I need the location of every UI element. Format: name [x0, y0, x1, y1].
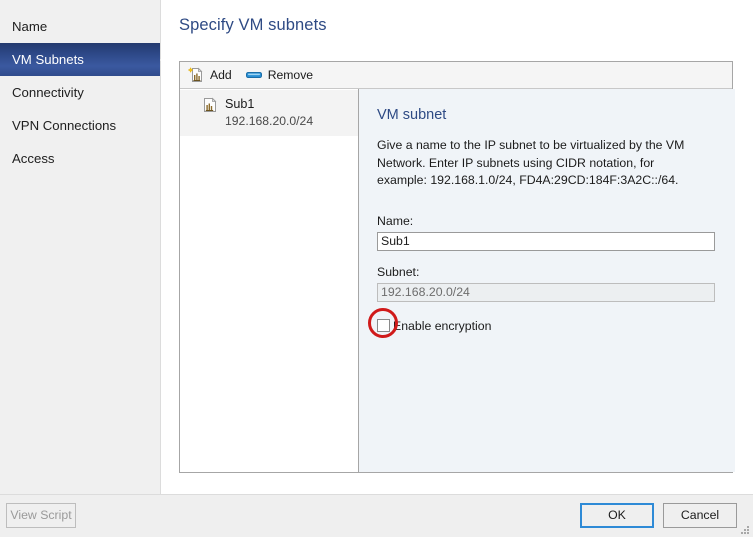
sidebar-item-label: Access [12, 151, 55, 166]
subnet-list[interactable]: Sub1 192.168.20.0/24 [180, 89, 359, 472]
selected-arrow-icon [149, 43, 161, 76]
list-item-text: Sub1 192.168.20.0/24 [225, 96, 313, 129]
list-item-subtitle: 192.168.20.0/24 [225, 114, 314, 128]
ok-button[interactable]: OK [580, 503, 654, 528]
subnet-document-icon [202, 97, 218, 113]
subnets-split: Sub1 192.168.20.0/24 VM subnet Give a na… [180, 89, 735, 472]
subnet-input [377, 282, 715, 302]
sidebar-item-label: Connectivity [12, 85, 84, 100]
sidebar-item-label: Name [12, 19, 48, 34]
sidebar-item-vpn-connections[interactable]: VPN Connections [0, 109, 160, 142]
add-subnet-label: Add [210, 68, 232, 82]
detail-description: Give a name to the IP subnet to be virtu… [377, 138, 685, 188]
name-input[interactable] [377, 231, 715, 251]
dialog-footer: View Script OK Cancel [0, 494, 753, 537]
sidebar-item-vm-subnets[interactable]: VM Subnets [0, 43, 161, 76]
name-field-label: Name: [377, 213, 414, 228]
subnets-content-box: Add Remove Sub1 192.168.20.0/24 VM subne… [179, 61, 735, 473]
vm-subnet-detail-pane: VM subnet Give a name to the IP subnet t… [359, 89, 735, 472]
enable-encryption-checkbox[interactable] [377, 319, 390, 333]
detail-title: VM subnet [377, 107, 447, 123]
sidebar-item-name[interactable]: Name [0, 10, 160, 43]
remove-bar-icon [245, 67, 262, 83]
sidebar-item-label: VM Subnets [12, 52, 84, 67]
wizard-sidebar: Name VM Subnets Connectivity VPN Connect… [0, 0, 161, 494]
cancel-button[interactable]: Cancel [663, 503, 737, 528]
enable-encryption-row[interactable]: Enable encryption [368, 307, 715, 338]
page-title: Specify VM subnets [179, 16, 327, 34]
sidebar-item-label: VPN Connections [12, 118, 117, 133]
enable-encryption-label: Enable encryption [393, 318, 492, 333]
list-item[interactable]: Sub1 192.168.20.0/24 [180, 90, 358, 137]
subnet-field-label: Subnet: [377, 264, 420, 279]
main-pane: Specify VM subnets Add Remove Sub1 192.1… [161, 0, 753, 494]
dialog-window: Name VM Subnets Connectivity VPN Connect… [0, 0, 753, 537]
resize-grip-icon[interactable] [738, 523, 750, 535]
remove-subnet-button[interactable]: Remove [238, 64, 319, 86]
view-script-button[interactable]: View Script [6, 503, 76, 528]
add-subnet-button[interactable]: Add [186, 64, 238, 86]
sidebar-item-access[interactable]: Access [0, 142, 160, 175]
list-item-name: Sub1 [225, 97, 255, 111]
subnets-toolbar: Add Remove [180, 62, 732, 89]
add-document-icon [187, 67, 204, 83]
sidebar-item-connectivity[interactable]: Connectivity [0, 76, 160, 109]
remove-subnet-label: Remove [267, 68, 314, 82]
